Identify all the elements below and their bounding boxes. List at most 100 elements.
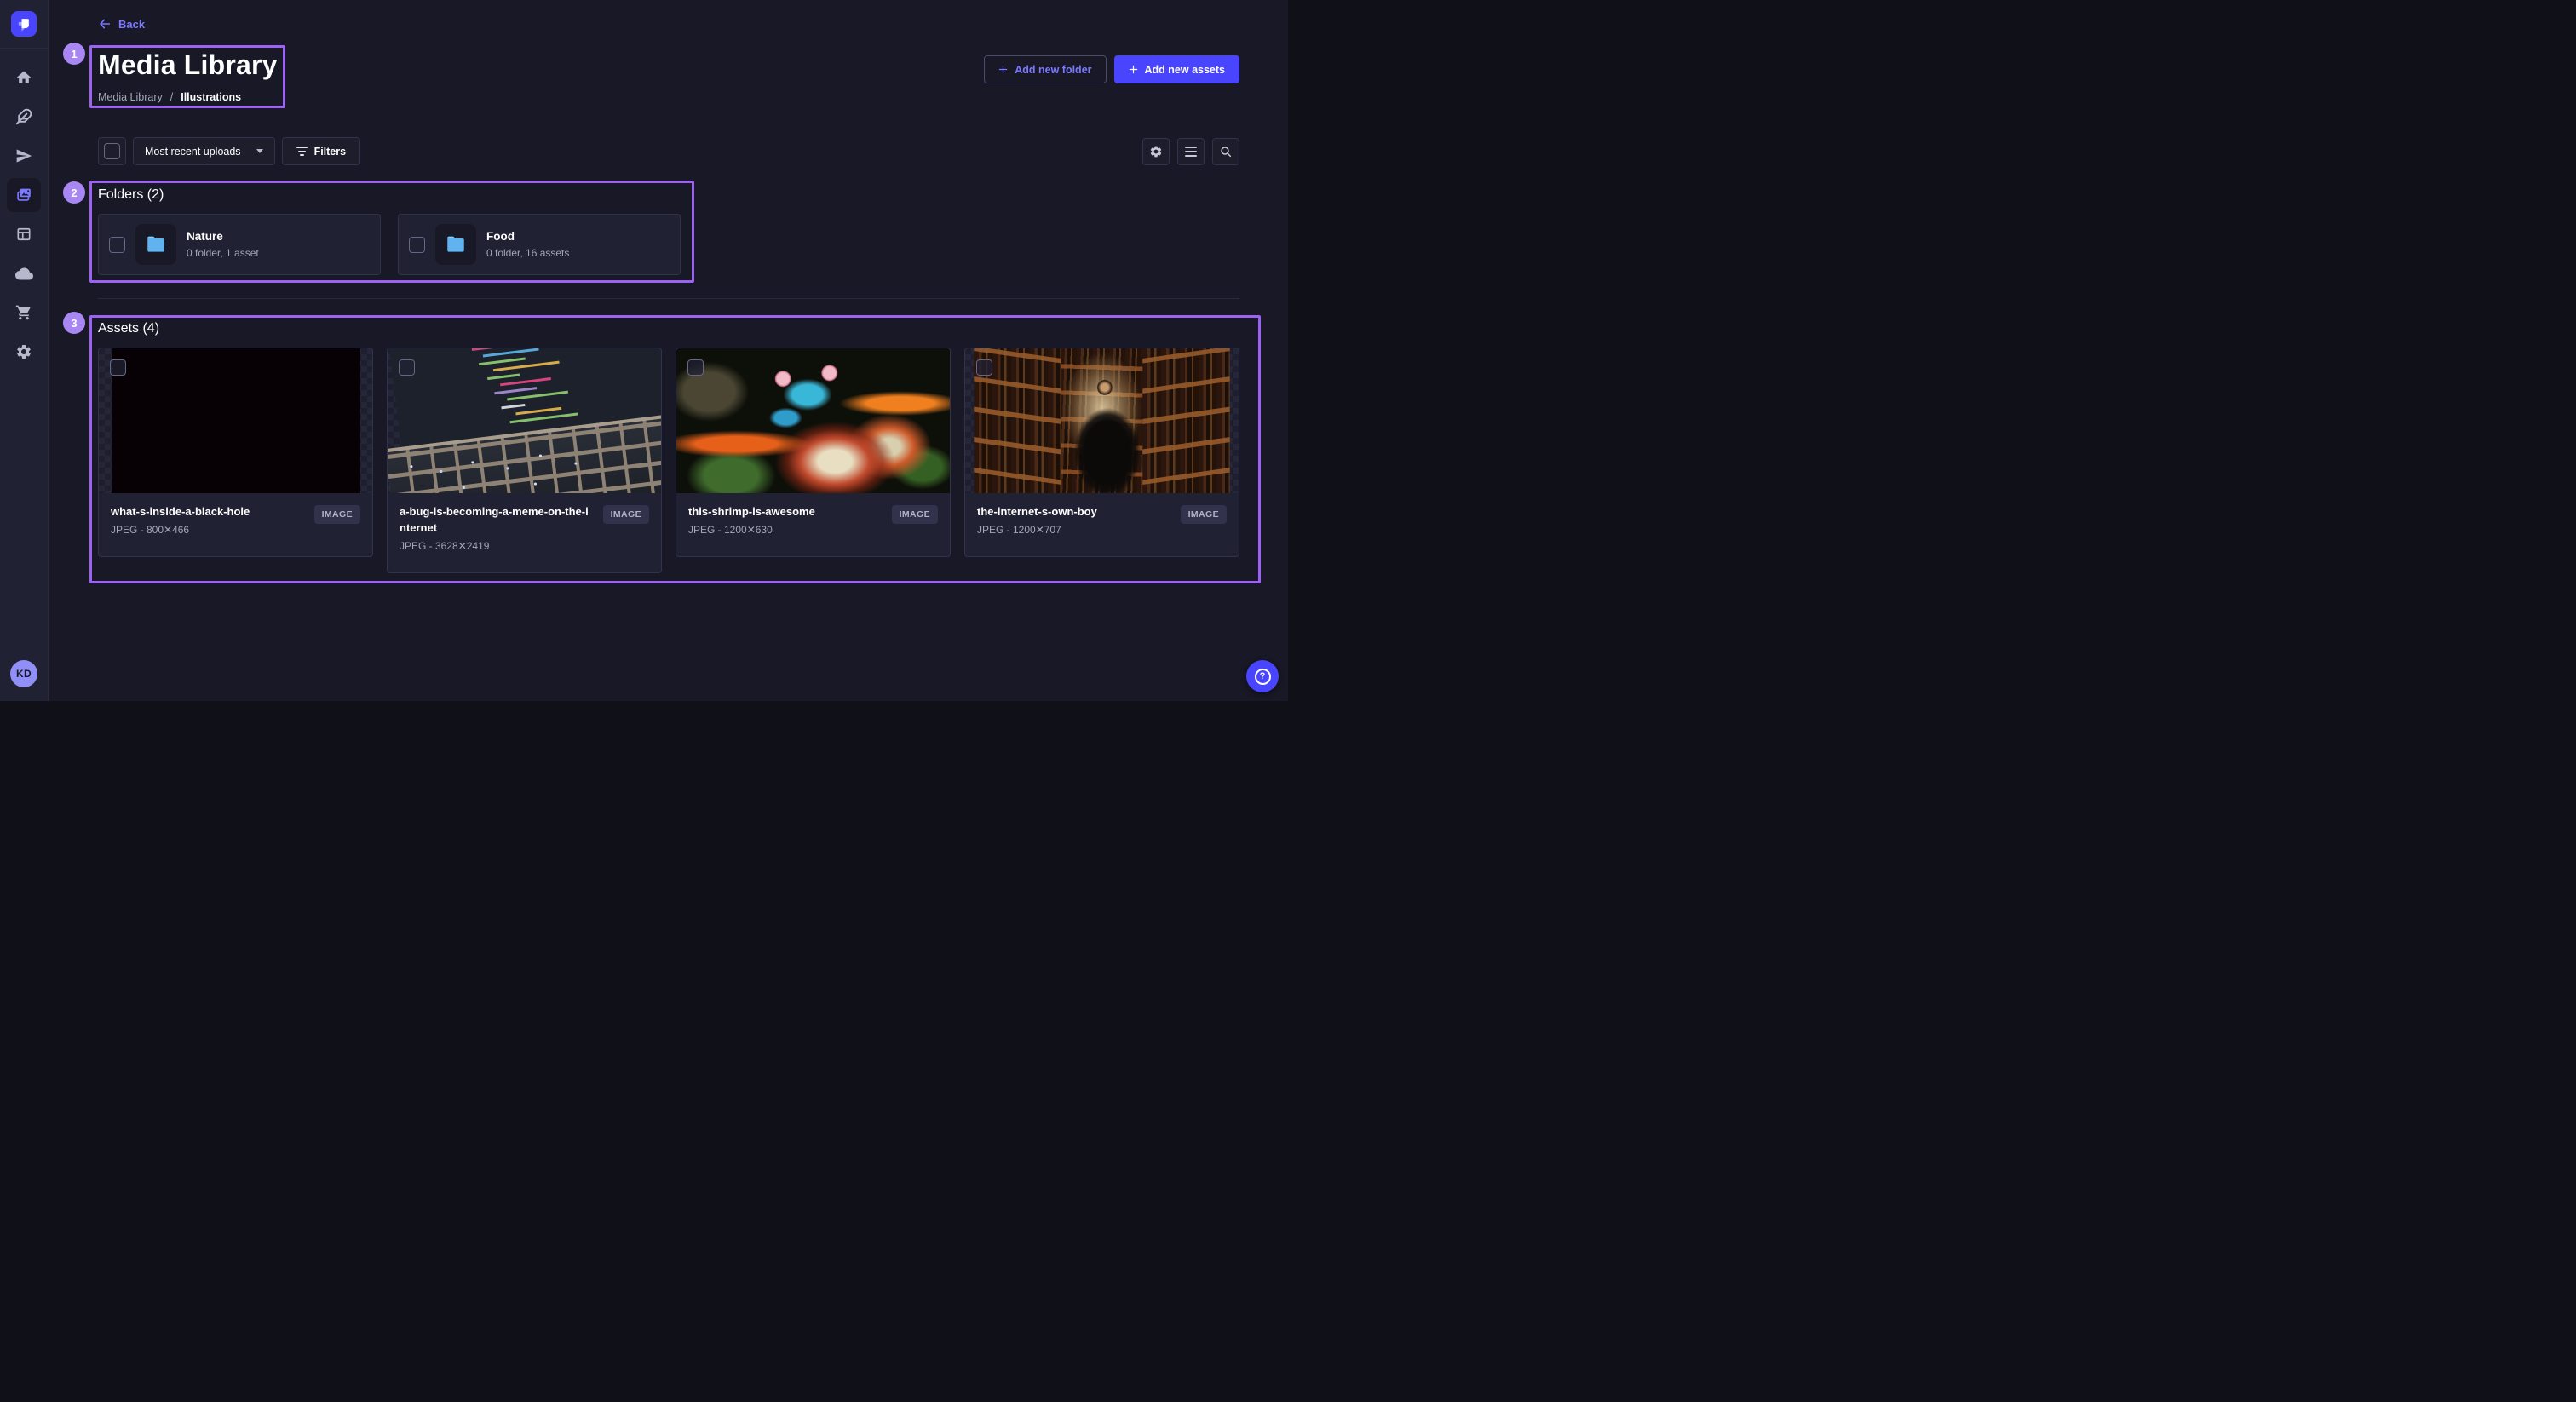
asset-info: the-internet-s-own-boy JPEG - 1200✕707 I… [965, 493, 1239, 556]
asset-thumbnail[interactable] [676, 348, 950, 493]
plus-icon [1129, 65, 1138, 74]
add-new-folder-button[interactable]: Add new folder [984, 55, 1106, 83]
folder-icon [145, 233, 167, 256]
asset-text: this-shrimp-is-awesome JPEG - 1200✕630 [688, 504, 815, 536]
folder-checkbox[interactable] [109, 237, 125, 253]
asset-info: what-s-inside-a-black-hole JPEG - 800✕46… [99, 493, 372, 556]
asset-text: what-s-inside-a-black-hole JPEG - 800✕46… [111, 504, 250, 536]
sidebar-item-content-type-builder[interactable] [7, 217, 41, 251]
header-row: Media Library Media Library / Illustrati… [98, 49, 1239, 103]
asset-meta: JPEG - 800✕466 [111, 524, 250, 536]
folder-name: Food [486, 230, 569, 243]
asset-card-internet-boy[interactable]: the-internet-s-own-boy JPEG - 1200✕707 I… [964, 348, 1239, 557]
list-view-button[interactable] [1177, 138, 1205, 165]
sidebar-item-media-library[interactable] [7, 178, 41, 212]
asset-checkbox[interactable] [687, 359, 704, 376]
sidebar-item-settings[interactable] [7, 335, 41, 369]
filter-icon [296, 147, 308, 156]
folder-text: Nature 0 folder, 1 asset [187, 230, 259, 259]
sort-select[interactable]: Most recent uploads [133, 137, 275, 165]
asset-thumbnail[interactable] [388, 348, 661, 493]
back-arrow-icon [98, 17, 112, 31]
back-label: Back [118, 18, 145, 31]
folder-meta: 0 folder, 1 asset [187, 247, 259, 259]
logo-section [0, 0, 48, 49]
cloud-icon [15, 265, 33, 283]
filters-label: Filters [314, 146, 347, 158]
black-hole-image [112, 348, 360, 493]
asset-meta: JPEG - 1200✕630 [688, 524, 815, 536]
folder-row: Nature 0 folder, 1 asset Food 0 folder, … [98, 214, 1239, 275]
asset-card-black-hole[interactable]: what-s-inside-a-black-hole JPEG - 800✕46… [98, 348, 373, 557]
asset-type-badge: IMAGE [603, 505, 649, 524]
sidebar-item-marketplace[interactable] [7, 296, 41, 330]
sort-select-value: Most recent uploads [145, 146, 241, 158]
back-link[interactable]: Back [98, 17, 145, 31]
asset-card-bug-meme[interactable]: a-bug-is-becoming-a-meme-on-the-internet… [387, 348, 662, 573]
asset-checkbox[interactable] [976, 359, 992, 376]
sidebar: KD [0, 0, 49, 701]
paper-plane-icon [15, 147, 32, 164]
mantis-shrimp-image [676, 348, 950, 493]
breadcrumb: Media Library / Illustrations [98, 91, 278, 103]
toolbar-left: Most recent uploads Filters [98, 137, 360, 165]
filters-button[interactable]: Filters [282, 137, 361, 165]
toolbar: Most recent uploads Filters [98, 137, 1239, 165]
asset-thumbnail[interactable] [99, 348, 372, 493]
sidebar-item-content-manager[interactable] [7, 100, 41, 134]
help-icon: ? [1255, 669, 1271, 685]
search-icon [1219, 145, 1233, 158]
folders-heading: Folders (2) [98, 187, 1239, 203]
strapi-logo[interactable] [11, 11, 37, 37]
add-new-folder-label: Add new folder [1015, 64, 1091, 76]
sidebar-item-home[interactable] [7, 60, 41, 95]
sidebar-footer: KD [0, 648, 48, 701]
folders-section: Folders (2) Nature 0 folder, 1 asset [98, 187, 1239, 275]
back-row: Back [98, 0, 1239, 35]
search-button[interactable] [1212, 138, 1239, 165]
asset-meta: JPEG - 1200✕707 [977, 524, 1097, 536]
help-button[interactable]: ? [1246, 660, 1279, 692]
view-settings-button[interactable] [1142, 138, 1170, 165]
strapi-logo-icon [15, 15, 32, 32]
asset-type-badge: IMAGE [1181, 505, 1227, 524]
folder-checkbox[interactable] [409, 237, 425, 253]
home-icon [15, 69, 32, 86]
assets-section: Assets (4) what-s-inside-a-black-hole JP… [98, 321, 1239, 573]
asset-name: the-internet-s-own-boy [977, 504, 1097, 520]
main-content: Back Media Library Media Library / Illus… [49, 0, 1288, 701]
asset-text: the-internet-s-own-boy JPEG - 1200✕707 [977, 504, 1097, 536]
asset-checkbox[interactable] [110, 359, 126, 376]
library-portrait-image [980, 348, 1225, 493]
plus-icon [998, 65, 1008, 74]
folder-card-nature[interactable]: Nature 0 folder, 1 asset [98, 214, 381, 275]
asset-name: this-shrimp-is-awesome [688, 504, 815, 520]
select-all-checkbox[interactable] [104, 143, 120, 159]
asset-checkbox[interactable] [399, 359, 415, 376]
gear-icon [15, 343, 32, 360]
add-new-assets-button[interactable]: Add new assets [1114, 55, 1239, 83]
asset-info: a-bug-is-becoming-a-meme-on-the-internet… [388, 493, 661, 572]
asset-type-badge: IMAGE [314, 505, 360, 524]
breadcrumb-separator: / [170, 91, 173, 103]
asset-meta: JPEG - 3628✕2419 [400, 540, 595, 552]
folder-card-food[interactable]: Food 0 folder, 16 assets [398, 214, 681, 275]
sidebar-nav [0, 49, 48, 374]
breadcrumb-root[interactable]: Media Library [98, 91, 163, 103]
user-avatar[interactable]: KD [10, 660, 37, 687]
sidebar-item-releases[interactable] [7, 139, 41, 173]
section-divider [98, 298, 1239, 299]
asset-grid: what-s-inside-a-black-hole JPEG - 800✕46… [98, 348, 1239, 573]
asset-name: what-s-inside-a-black-hole [111, 504, 250, 520]
asset-thumbnail[interactable] [965, 348, 1239, 493]
folder-name: Nature [187, 230, 259, 243]
sidebar-item-deploy[interactable] [7, 256, 41, 290]
asset-name: a-bug-is-becoming-a-meme-on-the-internet [400, 504, 595, 537]
select-all-checkbox-wrap[interactable] [98, 137, 126, 165]
asset-card-shrimp[interactable]: this-shrimp-is-awesome JPEG - 1200✕630 I… [676, 348, 951, 557]
asset-text: a-bug-is-becoming-a-meme-on-the-internet… [400, 504, 595, 552]
page-title: Media Library [98, 49, 278, 81]
folder-icon [445, 233, 467, 256]
media-library-page: KD Back Media Library Media Library / Il… [0, 0, 1288, 701]
layout-icon [15, 226, 32, 243]
